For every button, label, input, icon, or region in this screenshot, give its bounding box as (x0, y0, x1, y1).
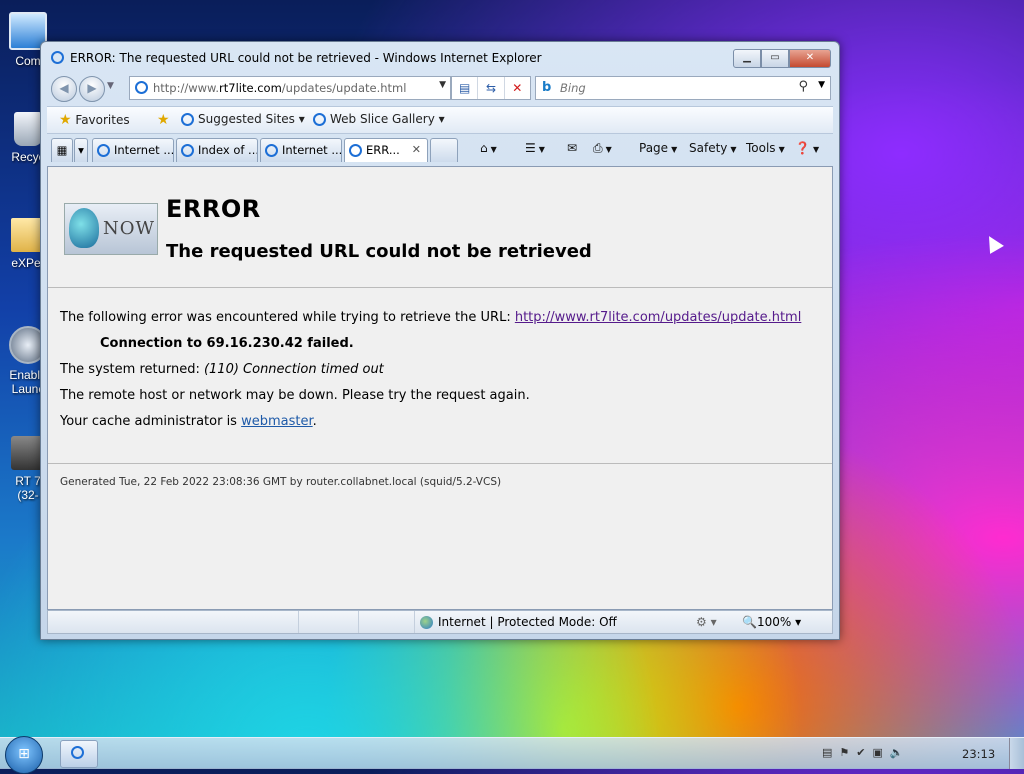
quick-tabs-button[interactable]: ▦ (51, 138, 73, 162)
tools-menu[interactable]: Tools ▼ (746, 141, 785, 155)
globe-icon (420, 616, 433, 629)
tab-2[interactable]: Index of ... (176, 138, 258, 162)
ie-icon (97, 144, 110, 157)
help-icon: ❓ (795, 141, 810, 155)
page-title: ERROR (166, 195, 261, 223)
volume-muted-icon[interactable]: 🔈 (890, 746, 904, 759)
mail-button[interactable]: ✉ (567, 141, 577, 155)
error-header: NOW ERROR The requested URL could not be… (48, 167, 832, 288)
print-button[interactable]: ⎙ ▼ (593, 141, 612, 156)
address-tools: ▤ ⇆ ✕ (451, 76, 531, 100)
ie-icon (349, 144, 362, 157)
ie-icon (265, 144, 278, 157)
status-divider (358, 611, 359, 633)
system-returned-value: (110) Connection timed out (203, 362, 384, 377)
home-button[interactable]: ⌂ ▼ (480, 141, 497, 155)
system-tray: ▤ ⚑ ✔ ▣ 🔈 (822, 746, 904, 759)
ie-icon (181, 144, 194, 157)
footer-divider (48, 463, 832, 464)
feeds-button[interactable]: ☰ ▼ (525, 141, 545, 155)
ie-icon (71, 746, 84, 759)
search-input[interactable] (558, 79, 792, 97)
star-icon: ★ (59, 112, 72, 128)
address-bar[interactable]: http://www.rt7lite.com/updates/update.ht… (129, 76, 451, 100)
status-divider (298, 611, 299, 633)
forward-button[interactable]: ▶ (79, 76, 105, 102)
address-row: ◀ ▶ ▼ http://www.rt7lite.com/updates/upd… (47, 74, 833, 102)
recycle-bin-icon (14, 112, 42, 146)
tab-4-active[interactable]: ERR... ✕ (344, 138, 428, 162)
compatibility-view-icon[interactable]: ▤ (452, 77, 479, 99)
print-icon: ⎙ (593, 141, 603, 155)
page-content: NOW ERROR The requested URL could not be… (47, 166, 833, 610)
protected-mode-icon[interactable]: ⚙ ▾ (696, 615, 717, 629)
cache-admin-line: Your cache administrator is webmaster. (60, 414, 317, 429)
address-dropdown-icon[interactable]: ▼ (439, 80, 446, 90)
close-button[interactable]: ✕ (789, 49, 831, 68)
error-url-line: The following error was encountered whil… (60, 310, 802, 325)
zoom-icon: 🔍 (742, 615, 757, 629)
zoom-control[interactable]: 🔍100% ▾ (742, 615, 801, 629)
favorites-button[interactable]: ★ Favorites (59, 112, 130, 128)
security-icon[interactable]: ✔ (856, 746, 865, 759)
title-bar[interactable]: ERROR: The requested URL could not be re… (41, 42, 839, 72)
new-tab-button[interactable] (430, 138, 458, 162)
search-options-dropdown-icon[interactable]: ▼ (818, 80, 825, 90)
system-returned-line: The system returned: (110) Connection ti… (60, 362, 384, 377)
window-title: ERROR: The requested URL could not be re… (70, 51, 542, 65)
search-icon[interactable]: ⚲ (798, 79, 808, 94)
suggested-sites-link[interactable]: Suggested Sites ▾ (181, 112, 305, 126)
tab-3[interactable]: Internet ... (260, 138, 342, 162)
squid-logo: NOW (64, 203, 158, 255)
connection-failed: Connection to 69.16.230.42 failed. (100, 336, 354, 351)
mouse-cursor-icon (982, 232, 1004, 254)
logo-text: NOW (103, 218, 156, 239)
minimize-button[interactable]: ▁ (733, 49, 761, 68)
notes-icon[interactable]: ▤ (822, 746, 832, 759)
stop-icon[interactable]: ✕ (505, 77, 530, 99)
caption-buttons: ▁ ▭ ✕ (733, 49, 831, 68)
ie-icon (313, 113, 326, 126)
search-box: b ⚲ ▼ (535, 76, 831, 100)
taskbar-ie-button[interactable] (60, 740, 98, 768)
tab-list-dropdown[interactable]: ▾ (74, 138, 88, 162)
maximize-button[interactable]: ▭ (761, 49, 789, 68)
favorites-bar: ★ Favorites ★ Suggested Sites ▾ Web Slic… (47, 106, 833, 134)
generated-footer: Generated Tue, 22 Feb 2022 23:08:36 GMT … (60, 476, 502, 488)
home-icon: ⌂ (480, 141, 488, 155)
clock[interactable]: 23:13 (962, 747, 995, 761)
page-menu[interactable]: Page ▼ (639, 141, 677, 155)
web-slice-gallery-link[interactable]: Web Slice Gallery ▾ (313, 112, 445, 126)
remote-host-line: The remote host or network may be down. … (60, 388, 530, 403)
taskbar: ⊞ ▤ ⚑ ✔ ▣ 🔈 23:13 (0, 736, 1024, 774)
webmaster-link[interactable]: webmaster (241, 414, 313, 429)
tab-1[interactable]: Internet ... (92, 138, 174, 162)
safety-menu[interactable]: Safety ▼ (689, 141, 737, 155)
back-button[interactable]: ◀ (51, 76, 77, 102)
action-center-flag-icon[interactable]: ⚑ (839, 746, 849, 759)
tab-row: ▦ ▾ Internet ... Index of ... Internet .… (47, 134, 833, 164)
refresh-icon[interactable]: ⇆ (478, 77, 505, 99)
browser-window: ERROR: The requested URL could not be re… (40, 41, 840, 640)
show-desktop-button[interactable] (1009, 738, 1024, 769)
network-icon[interactable]: ▣ (873, 746, 883, 759)
rss-icon: ☰ (525, 141, 536, 155)
start-button[interactable]: ⊞ (5, 736, 43, 774)
ie-icon (181, 113, 194, 126)
page-subtitle: The requested URL could not be retrieved (166, 241, 592, 262)
status-bar: Internet | Protected Mode: Off ⚙ ▾ 🔍100%… (47, 610, 833, 634)
mail-icon: ✉ (567, 141, 578, 155)
squid-icon (69, 208, 99, 248)
help-menu[interactable]: ❓ ▼ (795, 141, 819, 155)
add-to-favorites-bar-icon[interactable]: ★ (157, 112, 170, 128)
error-url-link[interactable]: http://www.rt7lite.com/updates/update.ht… (515, 310, 801, 325)
security-zone[interactable]: Internet | Protected Mode: Off (420, 615, 617, 629)
recent-pages-dropdown[interactable]: ▼ (107, 81, 114, 91)
close-tab-icon[interactable]: ✕ (412, 139, 421, 161)
status-divider (414, 611, 415, 633)
bing-icon: b (542, 80, 552, 95)
page-icon (135, 81, 148, 94)
address-url: http://www.rt7lite.com/updates/update.ht… (153, 81, 407, 95)
ie-icon (51, 51, 64, 64)
